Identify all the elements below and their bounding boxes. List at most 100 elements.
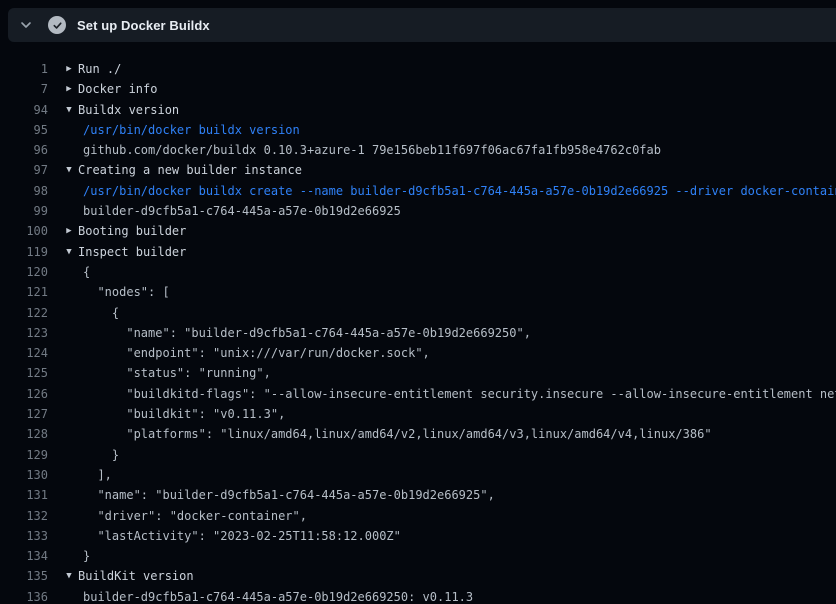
log-line: 134} bbox=[0, 546, 836, 566]
log-text: "buildkit": "v0.11.3", bbox=[83, 404, 285, 424]
line-number[interactable]: 128 bbox=[0, 424, 48, 444]
line-number[interactable]: 97 bbox=[0, 160, 48, 180]
log-line: 94 ▼Buildx version bbox=[0, 100, 836, 120]
triangle-down-icon[interactable]: ▼ bbox=[62, 160, 76, 180]
line-number[interactable]: 120 bbox=[0, 262, 48, 282]
triangle-down-icon[interactable]: ▼ bbox=[62, 100, 76, 120]
log-line: 97 ▼Creating a new builder instance bbox=[0, 160, 836, 180]
log-line: 125 "status": "running", bbox=[0, 363, 836, 383]
check-circle-icon bbox=[48, 16, 66, 34]
log-line: 120 { bbox=[0, 262, 836, 282]
log-text: /usr/bin/docker buildx version bbox=[83, 120, 300, 140]
log-text: "name": "builder-d9cfb5a1-c764-445a-a57e… bbox=[83, 485, 495, 505]
log-line: 126 "buildkitd-flags": "--allow-insecure… bbox=[0, 384, 836, 404]
log-line: 130 ], bbox=[0, 465, 836, 485]
arrow-spacer bbox=[62, 323, 76, 343]
log-text: ], bbox=[83, 465, 112, 485]
line-number[interactable]: 130 bbox=[0, 465, 48, 485]
log-line: 119 ▼Inspect builder bbox=[0, 242, 836, 262]
log-line: 123 "name": "builder-d9cfb5a1-c764-445a-… bbox=[0, 323, 836, 343]
log-group-title[interactable]: Buildx version bbox=[78, 100, 179, 120]
arrow-spacer bbox=[62, 343, 76, 363]
step-header[interactable]: Set up Docker Buildx bbox=[8, 8, 836, 42]
chevron-down-icon[interactable] bbox=[18, 17, 34, 33]
arrow-spacer bbox=[62, 506, 76, 526]
log-text: "lastActivity": "2023-02-25T11:58:12.000… bbox=[83, 526, 401, 546]
log-text: "nodes": [ bbox=[83, 282, 170, 302]
triangle-down-icon[interactable]: ▼ bbox=[62, 566, 76, 586]
log-text: builder-d9cfb5a1-c764-445a-a57e-0b19d2e6… bbox=[83, 587, 473, 604]
log-line: 135 ▼BuildKit version bbox=[0, 566, 836, 586]
log-line: 7 ▶Docker info bbox=[0, 79, 836, 99]
log-group-title[interactable]: Inspect builder bbox=[78, 242, 186, 262]
line-number[interactable]: 95 bbox=[0, 120, 48, 140]
log-group-title[interactable]: Booting builder bbox=[78, 221, 186, 241]
log-line: 127 "buildkit": "v0.11.3", bbox=[0, 404, 836, 424]
triangle-right-icon[interactable]: ▶ bbox=[62, 59, 76, 79]
line-number[interactable]: 1 bbox=[0, 59, 48, 79]
log-text: } bbox=[83, 546, 90, 566]
log-group-title[interactable]: Docker info bbox=[78, 79, 157, 99]
arrow-spacer bbox=[62, 485, 76, 505]
log-line: 100 ▶Booting builder bbox=[0, 221, 836, 241]
log-line: 132 "driver": "docker-container", bbox=[0, 506, 836, 526]
triangle-right-icon[interactable]: ▶ bbox=[62, 79, 76, 99]
log-text: "buildkitd-flags": "--allow-insecure-ent… bbox=[83, 384, 836, 404]
line-number[interactable]: 133 bbox=[0, 526, 48, 546]
log-line: 96 github.com/docker/buildx 0.10.3+azure-… bbox=[0, 140, 836, 160]
arrow-spacer bbox=[62, 445, 76, 465]
line-number[interactable]: 126 bbox=[0, 384, 48, 404]
arrow-spacer bbox=[62, 546, 76, 566]
log-group-title[interactable]: Run ./ bbox=[78, 59, 121, 79]
log-text: "driver": "docker-container", bbox=[83, 506, 307, 526]
arrow-spacer bbox=[62, 587, 76, 604]
log-line: 122 { bbox=[0, 303, 836, 323]
arrow-spacer bbox=[62, 120, 76, 140]
log-group-title[interactable]: Creating a new builder instance bbox=[78, 160, 302, 180]
line-number[interactable]: 94 bbox=[0, 100, 48, 120]
line-number[interactable]: 129 bbox=[0, 445, 48, 465]
log-line: 99 builder-d9cfb5a1-c764-445a-a57e-0b19d2… bbox=[0, 201, 836, 221]
line-number[interactable]: 135 bbox=[0, 566, 48, 586]
arrow-spacer bbox=[62, 140, 76, 160]
log-line: 124 "endpoint": "unix:///var/run/docker.… bbox=[0, 343, 836, 363]
log-text: "status": "running", bbox=[83, 363, 271, 383]
log-line: 1 ▶Run ./ bbox=[0, 59, 836, 79]
arrow-spacer bbox=[62, 526, 76, 546]
log-text: { bbox=[83, 303, 119, 323]
line-number[interactable]: 98 bbox=[0, 181, 48, 201]
line-number[interactable]: 124 bbox=[0, 343, 48, 363]
log-line: 95/usr/bin/docker buildx version bbox=[0, 120, 836, 140]
log-text: /usr/bin/docker buildx create --name bui… bbox=[83, 181, 836, 201]
log-text: github.com/docker/buildx 0.10.3+azure-1 … bbox=[83, 140, 661, 160]
log-text: builder-d9cfb5a1-c764-445a-a57e-0b19d2e6… bbox=[83, 201, 401, 221]
log-group-title[interactable]: BuildKit version bbox=[78, 566, 194, 586]
line-number[interactable]: 119 bbox=[0, 242, 48, 262]
arrow-spacer bbox=[62, 201, 76, 221]
triangle-right-icon[interactable]: ▶ bbox=[62, 221, 76, 241]
log-text: "name": "builder-d9cfb5a1-c764-445a-a57e… bbox=[83, 323, 531, 343]
line-number[interactable]: 136 bbox=[0, 587, 48, 604]
line-number[interactable]: 100 bbox=[0, 221, 48, 241]
line-number[interactable]: 131 bbox=[0, 485, 48, 505]
log-line: 129 } bbox=[0, 445, 836, 465]
line-number[interactable]: 125 bbox=[0, 363, 48, 383]
arrow-spacer bbox=[62, 465, 76, 485]
arrow-spacer bbox=[62, 363, 76, 383]
line-number[interactable]: 121 bbox=[0, 282, 48, 302]
line-number[interactable]: 7 bbox=[0, 79, 48, 99]
arrow-spacer bbox=[62, 181, 76, 201]
line-number[interactable]: 134 bbox=[0, 546, 48, 566]
log-line: 121 "nodes": [ bbox=[0, 282, 836, 302]
line-number[interactable]: 96 bbox=[0, 140, 48, 160]
arrow-spacer bbox=[62, 262, 76, 282]
line-number[interactable]: 132 bbox=[0, 506, 48, 526]
line-number[interactable]: 127 bbox=[0, 404, 48, 424]
line-number[interactable]: 123 bbox=[0, 323, 48, 343]
triangle-down-icon[interactable]: ▼ bbox=[62, 242, 76, 262]
log-text: { bbox=[83, 262, 90, 282]
line-number[interactable]: 99 bbox=[0, 201, 48, 221]
log-line: 128 "platforms": "linux/amd64,linux/amd6… bbox=[0, 424, 836, 444]
line-number[interactable]: 122 bbox=[0, 303, 48, 323]
log-line: 136 builder-d9cfb5a1-c764-445a-a57e-0b19d… bbox=[0, 587, 836, 604]
